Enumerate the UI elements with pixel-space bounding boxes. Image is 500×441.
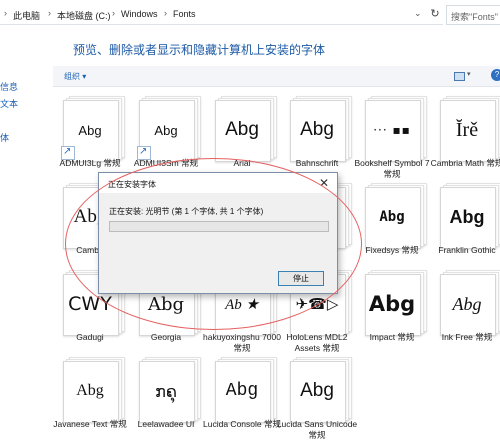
breadcrumb-this-pc[interactable]: 此电脑	[13, 9, 40, 22]
font-tile[interactable]: Abg	[290, 357, 354, 423]
font-tile[interactable]: Abg	[365, 270, 429, 336]
refresh-icon[interactable]: ↻	[428, 7, 442, 21]
install-fonts-dialog: 正在安装字体 ✕ 正在安装: 光明节 (第 1 个字体, 共 1 个字体) 停止	[98, 172, 338, 294]
font-label: Impact 常规	[369, 332, 415, 342]
font-sample: Abg	[225, 119, 259, 140]
chevron-down-icon[interactable]: ⌄	[414, 8, 422, 19]
chevron-right-icon[interactable]: ›	[48, 8, 51, 18]
font-sample: Abg	[368, 292, 416, 316]
font-label: Lucida Console 常规	[203, 419, 281, 429]
font-label: Ink Free 常规	[441, 332, 493, 342]
font-sample: Abg	[449, 206, 485, 227]
font-label: hakuyoxingshu 7000 常规	[203, 332, 281, 353]
font-label: Bahnschrift	[295, 158, 339, 168]
font-tile[interactable]: Abg	[215, 96, 279, 162]
breadcrumb-local-disk[interactable]: 本地磁盘 (C:)	[57, 9, 111, 22]
nav-item-info[interactable]: 信息	[0, 80, 18, 93]
font-label: Bookshelf Symbol 7 常规	[354, 158, 430, 179]
font-label: Leelawadee UI	[137, 419, 195, 429]
navigation-pane: 信息 文本 体	[0, 24, 20, 441]
stop-button[interactable]: 停止	[278, 271, 324, 286]
font-sample: Abg	[379, 209, 405, 225]
font-sample: ກຄຸ	[155, 381, 177, 401]
dialog-title: 正在安装字体	[108, 180, 156, 189]
font-label: Georgia	[150, 332, 182, 342]
font-label: Franklin Gothic	[438, 245, 496, 255]
font-tile[interactable]: Abg	[440, 270, 500, 336]
view-options-button[interactable]: ▾	[454, 70, 476, 82]
font-label: HoloLens MDL2 Assets 常规	[286, 332, 348, 353]
font-tile[interactable]: Abg	[365, 183, 429, 249]
font-tile[interactable]: ··· ▪▪	[365, 96, 429, 162]
toolbar: 组织 ▾ ▾ ?	[53, 66, 500, 87]
font-label: Fixedsys 常规	[365, 245, 419, 255]
font-label: Arial	[233, 158, 251, 168]
font-sample: Abg	[452, 293, 482, 314]
dialog-titlebar: 正在安装字体 ✕	[99, 173, 337, 193]
font-tile[interactable]: Abg ↗	[61, 96, 127, 162]
page-title: 预览、删除或者显示和隐藏计算机上安装的字体	[73, 43, 326, 57]
address-bar[interactable]: › 此电脑 › 本地磁盘 (C:) › Windows › Fonts ⌄ ↻	[0, 4, 443, 25]
font-sample: ··· ▪▪	[373, 123, 411, 137]
search-input[interactable]: 搜索"Fonts"	[446, 5, 500, 25]
font-tile[interactable]: Ĭrě	[440, 96, 500, 162]
nav-item-text[interactable]: 文本	[0, 97, 18, 110]
font-sample: Abg	[300, 119, 334, 140]
breadcrumb-windows[interactable]: Windows	[121, 9, 158, 19]
font-sample: Ĭrě	[455, 118, 479, 141]
chevron-right-icon[interactable]: ›	[112, 8, 115, 18]
chevron-right-icon[interactable]: ›	[164, 8, 167, 18]
font-label: ADMUI3Lg 常规	[59, 158, 121, 168]
search-placeholder: 搜索"Fonts"	[451, 12, 498, 22]
font-label: ADMUI3Sm 常规	[133, 158, 199, 168]
font-tile[interactable]: Abg	[440, 183, 500, 249]
font-label: Gadugi	[76, 332, 104, 342]
font-label: Javanese Text 常规	[53, 419, 127, 429]
close-icon[interactable]: ✕	[319, 176, 329, 190]
font-tile[interactable]: Abg ↗	[137, 96, 203, 162]
font-label: Lucida Sans Unicode 常规	[276, 419, 358, 440]
help-icon[interactable]: ?	[491, 69, 500, 81]
chevron-down-icon: ▾	[467, 71, 471, 78]
nav-item-font[interactable]: 体	[0, 131, 9, 144]
breadcrumb-fonts[interactable]: Fonts	[173, 9, 196, 19]
font-tile[interactable]: Abg	[215, 357, 279, 423]
install-progress-bar	[109, 221, 329, 232]
font-tile[interactable]: Abg	[290, 96, 354, 162]
font-tile[interactable]: Abg	[63, 357, 127, 423]
font-tile[interactable]: ກຄຸ	[139, 357, 203, 423]
organize-button[interactable]: 组织 ▾	[64, 71, 86, 82]
view-icon	[454, 72, 465, 81]
font-sample: Abg	[76, 382, 104, 399]
font-sample: Abg	[225, 381, 259, 401]
install-status-text: 正在安装: 光明节 (第 1 个字体, 共 1 个字体)	[109, 207, 264, 216]
chevron-right-icon[interactable]: ›	[4, 8, 7, 18]
font-sample: Abg	[300, 380, 334, 401]
font-label: Cambria Math 常规	[430, 158, 500, 168]
